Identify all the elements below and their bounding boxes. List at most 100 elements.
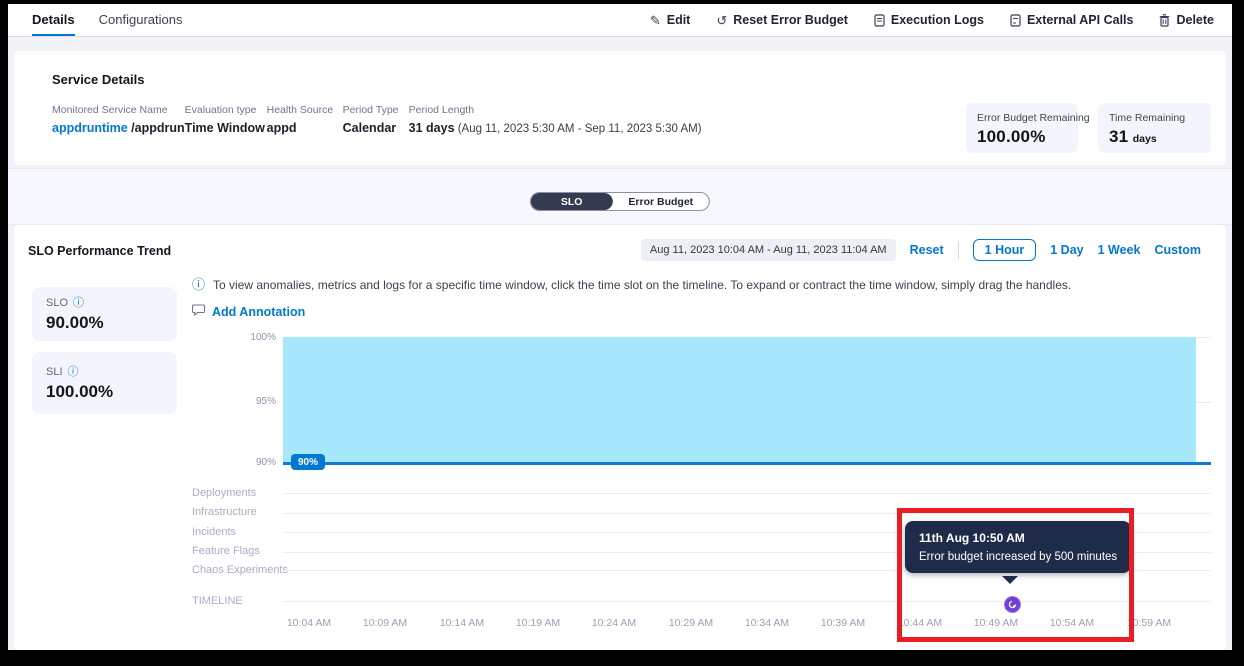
time-remaining-unit: days — [1133, 133, 1157, 145]
range-1-day-button[interactable]: 1 Day — [1050, 243, 1083, 257]
timeline-info-text: To view anomalies, metrics and logs for … — [213, 278, 1071, 292]
field-label: Evaluation type — [185, 104, 267, 116]
field-value: appd — [267, 121, 343, 135]
slo-error-budget-toggle: SLO Error Budget — [530, 192, 710, 211]
sli-area-series[interactable] — [283, 337, 1196, 463]
edit-label: Edit — [667, 13, 691, 27]
slo-objective-badge: 90% — [291, 454, 325, 470]
x-tick: 10:14 AM — [427, 617, 497, 629]
field-evaluation-type: Evaluation type Time Window — [185, 104, 267, 135]
annotation-tooltip-title: 11th Aug 10:50 AM — [919, 531, 1117, 545]
field-label: Period Type — [343, 104, 409, 116]
external-api-calls-label: External API Calls — [1027, 13, 1134, 27]
range-1-week-button[interactable]: 1 Week — [1098, 243, 1141, 257]
timeline-info: ⓘ To view anomalies, metrics and logs fo… — [192, 278, 1152, 292]
time-remaining-value: 31 — [1109, 127, 1128, 146]
toggle-error-budget-label: Error Budget — [628, 196, 693, 208]
top-tab-bar: Details Configurations ✎ Edit ↺ Reset Er… — [8, 4, 1232, 37]
execution-logs-button[interactable]: Execution Logs — [874, 13, 984, 27]
timeline-lane-line[interactable] — [283, 601, 1211, 602]
lane-line — [283, 513, 1211, 514]
add-annotation-button[interactable]: Add Annotation — [192, 303, 305, 321]
x-tick: 10:29 AM — [656, 617, 726, 629]
x-tick: 10:54 AM — [1037, 617, 1107, 629]
reset-button[interactable]: Reset — [910, 243, 944, 257]
slo-objective-line — [283, 462, 1211, 465]
slo-info-icon[interactable]: ⓘ — [73, 298, 84, 309]
annotation-tooltip-text: Error budget increased by 500 minutes — [919, 551, 1117, 563]
field-period-type: Period Type Calendar — [343, 104, 409, 135]
sli-value: 100.00% — [46, 382, 163, 402]
reset-error-budget-label: Reset Error Budget — [733, 13, 848, 27]
x-tick: 10:34 AM — [732, 617, 802, 629]
x-tick: 10:59 AM — [1114, 617, 1184, 629]
external-api-calls-button[interactable]: External API Calls — [1010, 13, 1134, 27]
range-1-hour-button[interactable]: 1 Hour — [973, 239, 1037, 261]
document-icon — [874, 14, 885, 27]
x-tick: 10:04 AM — [274, 617, 344, 629]
reset-icon: ↺ — [716, 14, 727, 27]
field-label: Monitored Service Name — [52, 104, 185, 116]
x-tick: 10:19 AM — [503, 617, 573, 629]
sli-label: SLI — [46, 366, 63, 378]
tab-details[interactable]: Details — [32, 4, 75, 36]
lane-line — [283, 493, 1211, 494]
slo-card: SLO ⓘ 90.00% — [32, 287, 177, 341]
error-budget-remaining-value: 100.00% — [977, 127, 1067, 147]
slo-label: SLO — [46, 297, 68, 309]
lane-infrastructure: Infrastructure — [192, 506, 257, 518]
trend-controls: Aug 11, 2023 10:04 AM - Aug 11, 2023 11:… — [641, 239, 1201, 261]
delete-button[interactable]: Delete — [1159, 13, 1214, 27]
execution-logs-label: Execution Logs — [891, 13, 984, 27]
field-health-source: Health Source appd — [267, 104, 343, 135]
x-tick: 10:39 AM — [808, 617, 878, 629]
period-range: (Aug 11, 2023 5:30 AM - Sep 11, 2023 5:3… — [455, 123, 702, 135]
lane-chaos-experiments: Chaos Experiments — [192, 564, 288, 576]
timeline-lane-label: TIMELINE — [192, 595, 243, 607]
field-value: 31 days — [409, 121, 455, 135]
date-range-chip[interactable]: Aug 11, 2023 10:04 AM - Aug 11, 2023 11:… — [641, 239, 896, 261]
y-tick-95: 95% — [236, 396, 276, 407]
app-page: Details Configurations ✎ Edit ↺ Reset Er… — [8, 4, 1232, 650]
sli-card: SLI ⓘ 100.00% — [32, 352, 177, 414]
field-monitored-service-name: Monitored Service Name appdruntime /appd… — [52, 104, 185, 135]
lane-feature-flags: Feature Flags — [192, 545, 260, 557]
x-tick: 10:24 AM — [579, 617, 649, 629]
toggle-error-budget[interactable]: Error Budget — [612, 193, 709, 210]
add-annotation-label: Add Annotation — [212, 305, 305, 319]
monitored-service-link[interactable]: appdruntime — [52, 121, 128, 135]
api-document-icon — [1010, 14, 1021, 27]
field-label: Health Source — [267, 104, 343, 116]
edit-button[interactable]: ✎ Edit — [650, 13, 691, 27]
x-tick: 10:09 AM — [350, 617, 420, 629]
x-tick: 10:49 AM — [961, 617, 1031, 629]
error-budget-remaining-label: Error Budget Remaining — [977, 112, 1067, 124]
annotation-tooltip-arrow — [1002, 576, 1018, 592]
slo-value: 90.00% — [46, 313, 163, 333]
annotation-bubble-icon — [192, 303, 205, 321]
service-details-title: Service Details — [52, 72, 145, 87]
time-remaining-label: Time Remaining — [1109, 112, 1200, 124]
delete-label: Delete — [1176, 13, 1214, 27]
range-custom-button[interactable]: Custom — [1154, 243, 1201, 257]
field-value: Calendar — [343, 121, 409, 135]
field-period-length: Period Length 31 days (Aug 11, 2023 5:30… — [409, 104, 702, 135]
toggle-slo[interactable]: SLO — [531, 193, 613, 210]
x-tick: 10:44 AM — [885, 617, 955, 629]
annotation-marker-icon[interactable] — [1004, 596, 1021, 613]
lane-incidents: Incidents — [192, 526, 236, 538]
slo-performance-trend-title: SLO Performance Trend — [28, 244, 171, 258]
trash-icon — [1159, 14, 1170, 27]
tab-details-label: Details — [32, 12, 75, 27]
divider — [958, 241, 959, 259]
lane-deployments: Deployments — [192, 487, 256, 499]
field-value: Time Window — [185, 121, 267, 135]
service-details-fields: Monitored Service Name appdruntime /appd… — [52, 104, 702, 135]
sli-info-icon[interactable]: ⓘ — [68, 367, 79, 378]
tab-configurations[interactable]: Configurations — [99, 4, 183, 36]
y-tick-100: 100% — [236, 332, 276, 343]
tab-configurations-label: Configurations — [99, 12, 183, 27]
header-toolbar: ✎ Edit ↺ Reset Error Budget Execution Lo… — [650, 4, 1232, 36]
toggle-slo-label: SLO — [561, 196, 583, 208]
reset-error-budget-button[interactable]: ↺ Reset Error Budget — [716, 13, 848, 27]
